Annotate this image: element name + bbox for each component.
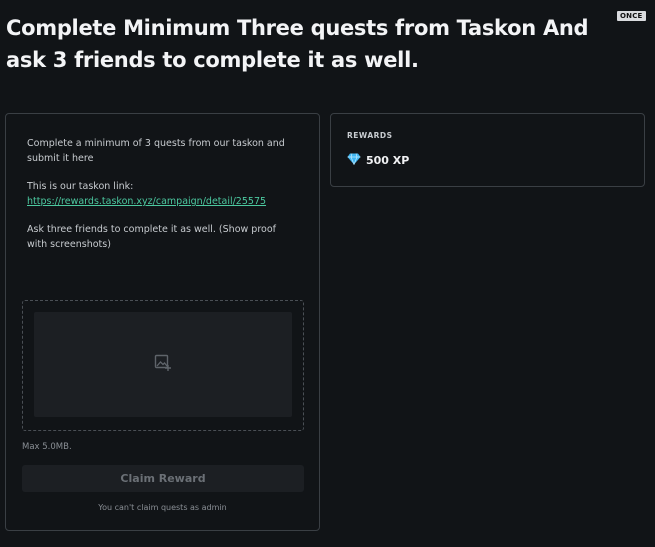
claim-reward-button[interactable]: Claim Reward [22,465,304,492]
upload-area[interactable] [34,312,292,417]
quest-description: Complete a minimum of 3 quests from our … [27,136,297,265]
description-line-3: Ask three friends to complete it as well… [27,224,276,250]
rewards-card: REWARDS 500 XP [330,113,645,187]
image-add-icon [154,354,172,376]
quest-details-card: Complete a minimum of 3 quests from our … [5,113,320,531]
description-line-1: Complete a minimum of 3 quests from our … [27,138,285,164]
frequency-badge: ONCE [617,11,646,21]
admin-note: You can't claim quests as admin [98,503,227,512]
diamond-icon [347,153,361,168]
rewards-label: REWARDS [347,131,393,140]
upload-dropzone[interactable] [22,300,304,431]
max-size-label: Max 5.0MB. [22,442,72,452]
link-intro: This is our taskon link: [27,181,134,192]
taskon-link[interactable]: https://rewards.taskon.xyz/campaign/deta… [27,196,266,207]
quest-title: Complete Minimum Three quests from Tasko… [6,16,589,72]
xp-reward: 500 XP [347,153,409,168]
description-link-block: This is our taskon link: https://rewards… [27,179,297,209]
xp-amount: 500 XP [366,154,410,167]
